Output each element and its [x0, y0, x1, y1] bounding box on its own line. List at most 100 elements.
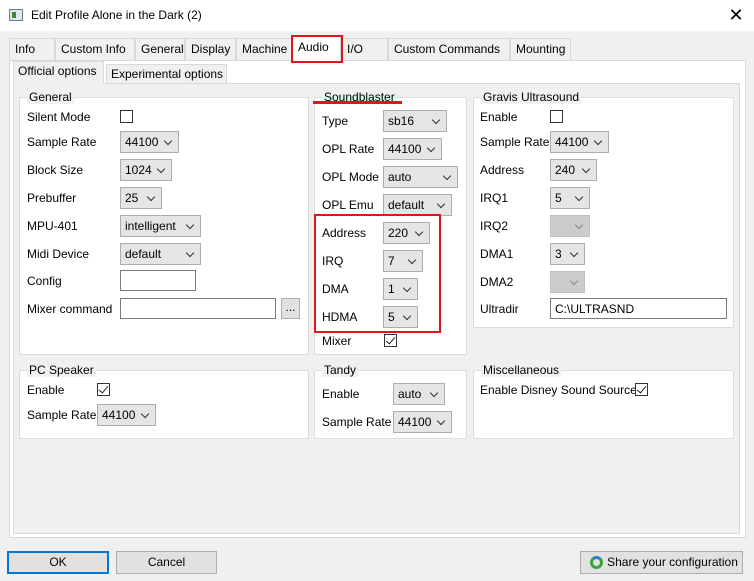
ok-button[interactable]: OK — [7, 551, 109, 574]
gus-irq1-label: IRQ1 — [480, 191, 509, 205]
chevron-down-icon — [570, 272, 580, 292]
tab-io[interactable]: I/O — [341, 38, 388, 60]
mixer-command-browse-button[interactable]: ... — [281, 298, 300, 319]
chevron-down-icon — [141, 405, 151, 425]
chevron-down-icon — [575, 216, 585, 236]
sb-mixer-label: Mixer — [322, 334, 352, 348]
chevron-down-icon — [408, 251, 418, 271]
gus-irq2-label: IRQ2 — [480, 219, 509, 233]
tandy-group-title: Tandy — [322, 363, 359, 377]
chevron-down-icon — [427, 139, 437, 159]
general-group-title: General — [27, 90, 74, 104]
tab-mounting[interactable]: Mounting — [510, 38, 571, 60]
chevron-down-icon — [430, 384, 440, 404]
opl-emu-select[interactable]: default — [383, 194, 452, 216]
sb-type-select[interactable]: sb16 — [383, 110, 447, 132]
sb-address-select[interactable]: 220 — [383, 222, 430, 244]
midi-device-label: Midi Device — [27, 247, 90, 261]
config-label: Config — [27, 274, 62, 288]
chevron-down-icon — [147, 188, 157, 208]
ultradir-input[interactable] — [550, 298, 727, 319]
opl-mode-select[interactable]: auto — [383, 166, 458, 188]
gus-sample-rate-select[interactable]: 44100 — [550, 131, 609, 153]
sb-irq-label: IRQ — [322, 254, 344, 268]
app-icon — [9, 9, 23, 21]
chevron-down-icon — [575, 188, 585, 208]
chevron-down-icon — [437, 195, 447, 215]
gus-dma2-select — [550, 271, 585, 293]
chevron-down-icon — [443, 167, 453, 187]
share-configuration-label: Share your configuration — [607, 555, 738, 569]
config-input[interactable] — [120, 270, 196, 291]
gus-dma1-select[interactable]: 3 — [550, 243, 585, 265]
tab-display[interactable]: Display — [185, 38, 236, 60]
misc-group-title: Miscellaneous — [481, 363, 562, 377]
general-sample-rate-select[interactable]: 44100 — [120, 131, 179, 153]
tab-info[interactable]: Info — [9, 38, 55, 60]
chevron-down-icon — [403, 279, 413, 299]
gus-address-label: Address — [480, 163, 525, 177]
mpu401-label: MPU-401 — [27, 219, 78, 233]
tandy-sample-rate-select[interactable]: 44100 — [393, 411, 452, 433]
sb-irq-select[interactable]: 7 — [383, 250, 423, 272]
window-title: Edit Profile Alone in the Dark (2) — [31, 8, 202, 22]
chevron-down-icon — [157, 160, 167, 180]
midi-device-select[interactable]: default — [120, 243, 201, 265]
gus-irq1-select[interactable]: 5 — [550, 187, 590, 209]
gus-enable-checkbox[interactable] — [550, 110, 563, 123]
pc-speaker-enable-label: Enable — [27, 383, 65, 397]
sb-dma-label: DMA — [322, 282, 349, 296]
tab-machine[interactable]: Machine — [236, 38, 292, 60]
sb-dma-select[interactable]: 1 — [383, 278, 418, 300]
prebuffer-select[interactable]: 25 — [120, 187, 162, 209]
sb-address-label: Address — [322, 226, 367, 240]
cancel-button[interactable]: Cancel — [116, 551, 217, 574]
silent-mode-label: Silent Mode — [27, 110, 91, 124]
opl-mode-label: OPL Mode — [322, 170, 379, 184]
pc-speaker-enable-checkbox[interactable] — [97, 383, 110, 396]
pc-speaker-group: PC Speaker — [19, 363, 309, 439]
tab-custom-commands[interactable]: Custom Commands — [388, 38, 510, 60]
share-configuration-button[interactable]: Share your configuration — [580, 551, 743, 574]
gus-sample-rate-label: Sample Rate — [480, 135, 550, 149]
chevron-down-icon — [415, 223, 425, 243]
chevron-down-icon — [164, 132, 174, 152]
mpu401-select[interactable]: intelligent — [120, 215, 201, 237]
sb-hdma-select[interactable]: 5 — [383, 306, 418, 328]
mixer-command-label: Mixer command — [27, 302, 113, 316]
tab-audio[interactable]: Audio — [292, 36, 341, 61]
tandy-enable-select[interactable]: auto — [393, 383, 445, 405]
gus-irq2-select — [550, 215, 590, 237]
pc-speaker-sample-rate-select[interactable]: 44100 — [97, 404, 156, 426]
sb-mixer-checkbox[interactable] — [384, 334, 397, 347]
silent-mode-checkbox[interactable] — [120, 110, 133, 123]
gus-group-title: Gravis Ultrasound — [481, 90, 582, 104]
block-size-label: Block Size — [27, 163, 84, 177]
chevron-down-icon — [437, 412, 447, 432]
tab-general[interactable]: General — [135, 38, 185, 60]
subtab-official-options[interactable]: Official options — [13, 61, 104, 84]
pc-speaker-group-title: PC Speaker — [27, 363, 96, 377]
tandy-sample-rate-label: Sample Rate — [322, 415, 392, 429]
chevron-down-icon — [186, 244, 196, 264]
chevron-down-icon — [594, 132, 604, 152]
block-size-select[interactable]: 1024 — [120, 159, 172, 181]
pc-speaker-sample-rate-label: Sample Rate — [27, 408, 97, 422]
mixer-command-input[interactable] — [120, 298, 276, 319]
opl-rate-select[interactable]: 44100 — [383, 138, 442, 160]
disney-sound-source-checkbox[interactable] — [635, 383, 648, 396]
general-sample-rate-label: Sample Rate — [27, 135, 97, 149]
sb-hdma-label: HDMA — [322, 310, 358, 324]
misc-group: Miscellaneous — [473, 363, 734, 439]
tab-custom-info[interactable]: Custom Info — [55, 38, 135, 60]
gus-dma2-label: DMA2 — [480, 275, 514, 289]
prebuffer-label: Prebuffer — [27, 191, 77, 205]
share-icon — [590, 556, 603, 569]
chevron-down-icon — [432, 111, 442, 131]
close-icon[interactable]: ✕ — [722, 2, 750, 28]
subtab-experimental-options[interactable]: Experimental options — [106, 64, 227, 84]
gus-address-select[interactable]: 240 — [550, 159, 597, 181]
disney-sound-source-label: Enable Disney Sound Source — [480, 383, 637, 397]
tandy-enable-label: Enable — [322, 387, 360, 401]
chevron-down-icon — [403, 307, 413, 327]
